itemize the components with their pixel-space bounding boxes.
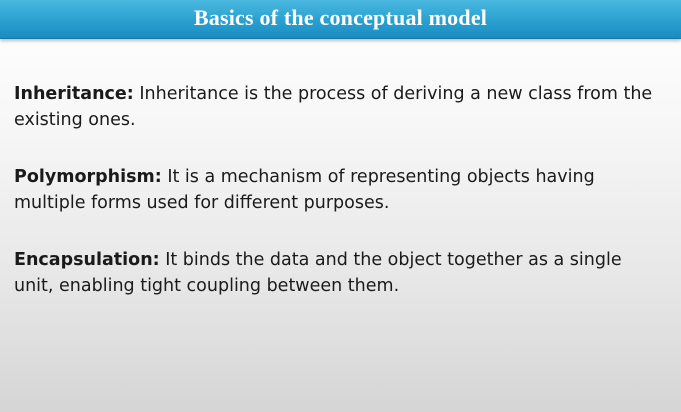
term-label: Polymorphism:	[14, 167, 162, 187]
definition-inheritance: Inheritance: Inheritance is the process …	[14, 81, 666, 133]
term-label: Encapsulation:	[14, 250, 160, 270]
term-label: Inheritance:	[14, 84, 134, 104]
slide-content: Inheritance: Inheritance is the process …	[14, 81, 666, 330]
slide-title-bar: Basics of the conceptual model	[0, 0, 681, 39]
definition-encapsulation: Encapsulation: It binds the data and the…	[14, 247, 666, 299]
slide-title: Basics of the conceptual model	[193, 5, 488, 30]
definition-polymorphism: Polymorphism: It is a mechanism of repre…	[14, 164, 666, 216]
